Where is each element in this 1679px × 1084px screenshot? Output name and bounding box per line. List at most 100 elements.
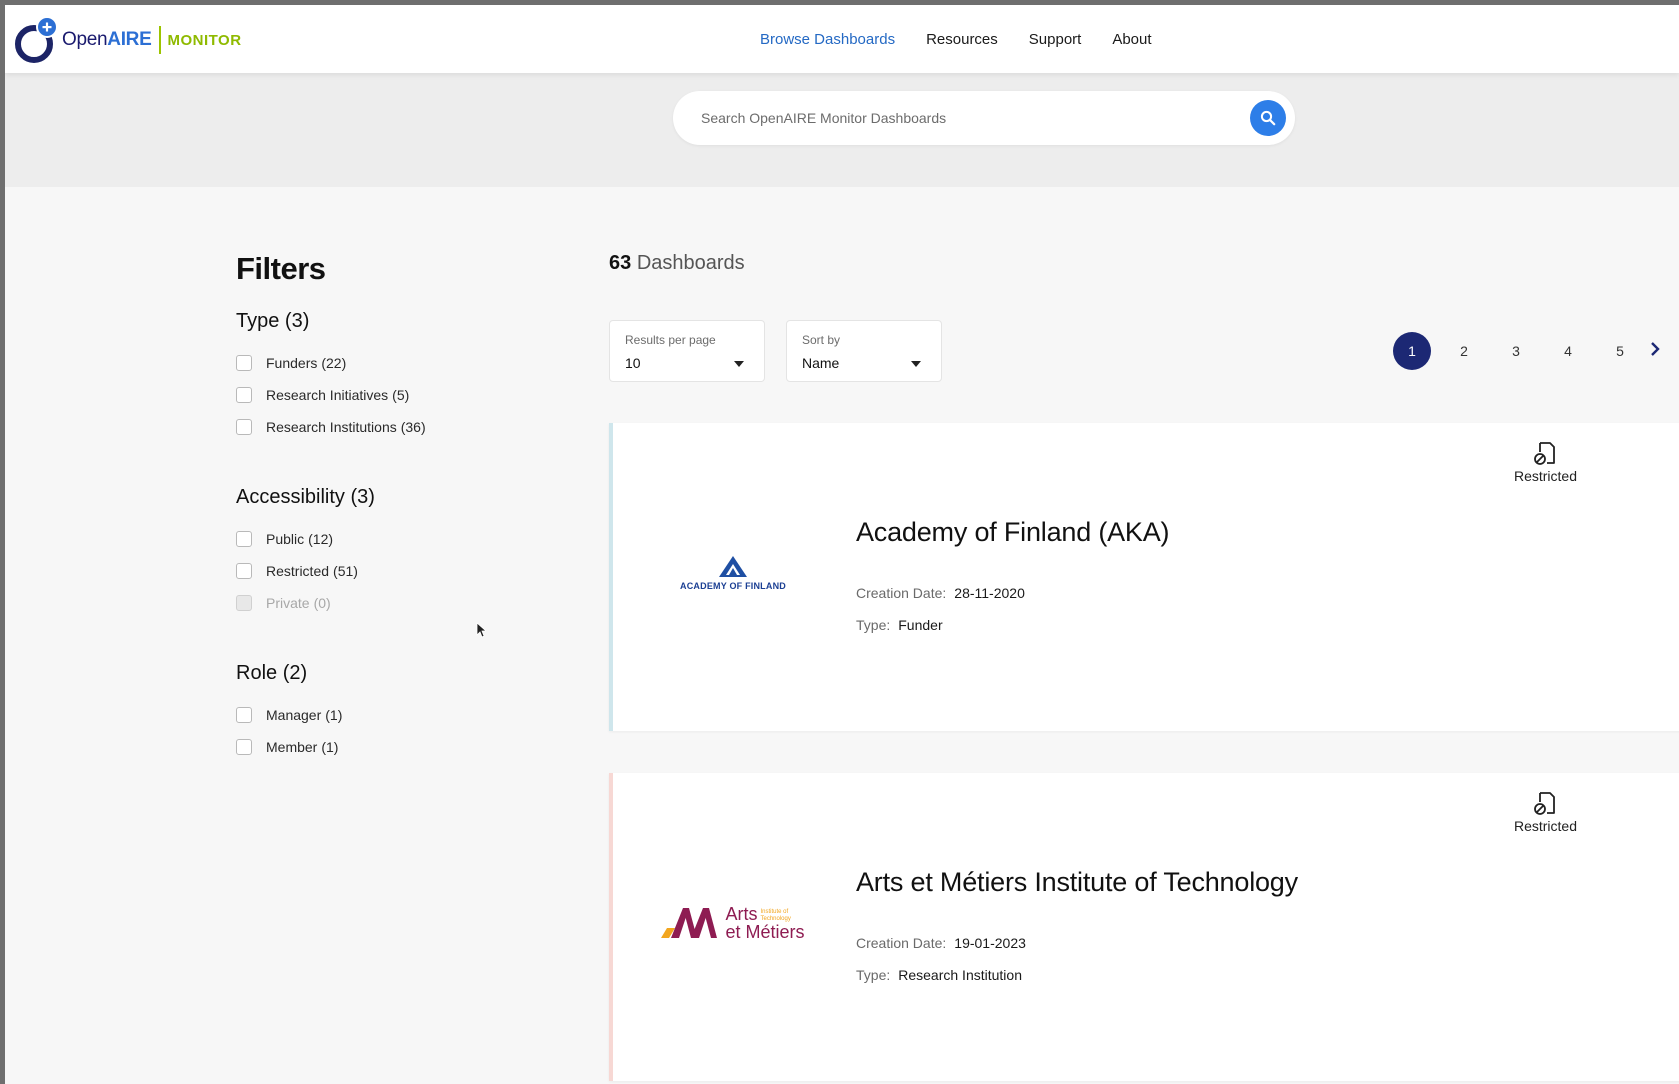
select-value: 10 xyxy=(625,355,641,371)
dashboard-type: Type: Funder xyxy=(856,617,943,633)
filter-option-label: Member xyxy=(266,739,318,755)
select-label: Sort by xyxy=(802,333,841,347)
filter-group-title: Type (3) xyxy=(236,310,426,333)
logo-separator xyxy=(159,26,162,54)
results-per-page-select[interactable]: Results per page 10 xyxy=(609,320,765,382)
filter-group-title: Accessibility (3) xyxy=(236,486,375,509)
browser-viewport: Open AIRE MONITOR Browse Dashboards Resou… xyxy=(0,0,1679,1084)
checkbox xyxy=(236,595,252,611)
filter-group-count: (3) xyxy=(284,310,310,332)
search-box xyxy=(673,91,1295,145)
filter-option-research-institutions[interactable]: Research Institutions (36) xyxy=(236,411,426,443)
page-1-button[interactable]: 1 xyxy=(1393,332,1431,370)
access-label: Restricted xyxy=(1513,468,1577,484)
filter-option-label: Restricted xyxy=(266,563,330,579)
filter-group-name: Type xyxy=(236,310,280,332)
logo-word-monitor: MONITOR xyxy=(167,31,242,49)
nav-about[interactable]: About xyxy=(1112,31,1151,48)
sort-by-select[interactable]: Sort by Name xyxy=(786,320,942,382)
meta-key: Type: xyxy=(856,967,891,983)
filter-option-funders[interactable]: Funders (22) xyxy=(236,347,426,379)
filter-option-label: Funders xyxy=(266,355,318,371)
filter-option-count: (36) xyxy=(400,419,426,435)
filter-option-count: (5) xyxy=(392,387,410,403)
page-4-button[interactable]: 4 xyxy=(1549,332,1587,370)
search-section xyxy=(5,73,1679,187)
results-count-label: Dashboards xyxy=(636,252,745,274)
dashboard-card[interactable]: Arts Institute of Technology et Métiers … xyxy=(609,773,1679,1081)
filter-group-count: (3) xyxy=(350,486,375,508)
openaire-monitor-logo[interactable]: Open AIRE MONITOR xyxy=(14,13,242,67)
logo-text: ACADEMY OF FINLAND xyxy=(680,581,786,591)
filter-option-label: Research Initiatives xyxy=(266,387,389,403)
logo-word-aire: AIRE xyxy=(107,29,152,50)
logo-text-arts: Arts xyxy=(725,904,758,924)
top-navigation-bar: Open AIRE MONITOR Browse Dashboards Resou… xyxy=(5,5,1679,73)
meta-key: Type: xyxy=(856,617,891,633)
filter-group-type: Type (3) Funders (22) Research Initiativ… xyxy=(236,310,426,443)
logo-word-open: Open xyxy=(62,29,108,50)
page-2-button[interactable]: 2 xyxy=(1445,332,1483,370)
openaire-logo-icon xyxy=(15,16,58,63)
search-button[interactable] xyxy=(1250,100,1286,136)
filter-option-restricted[interactable]: Restricted (51) xyxy=(236,555,375,587)
page-3-button[interactable]: 3 xyxy=(1497,332,1535,370)
dashboard-type: Type: Research Institution xyxy=(856,967,1022,983)
dashboard-title[interactable]: Arts et Métiers Institute of Technology xyxy=(856,867,1298,898)
filter-group-name: Accessibility xyxy=(236,486,345,508)
checkbox[interactable] xyxy=(236,419,252,435)
chevron-right-icon xyxy=(1651,341,1660,356)
nav-browse-dashboards[interactable]: Browse Dashboards xyxy=(760,31,895,48)
results-count: 63 Dashboards xyxy=(609,252,745,275)
select-label: Results per page xyxy=(625,333,716,347)
meta-key: Creation Date: xyxy=(856,585,947,601)
checkbox[interactable] xyxy=(236,387,252,403)
filter-option-research-initiatives[interactable]: Research Initiatives (5) xyxy=(236,379,426,411)
restricted-document-icon xyxy=(1534,442,1556,465)
filter-option-count: (12) xyxy=(308,531,334,547)
filter-option-manager[interactable]: Manager (1) xyxy=(236,699,342,731)
filter-option-label: Manager xyxy=(266,707,322,723)
nav-support[interactable]: Support xyxy=(1029,31,1082,48)
access-label: Restricted xyxy=(1513,818,1577,834)
main-nav: Browse Dashboards Resources Support Abou… xyxy=(760,5,1183,73)
pagination: 1 2 3 4 5 xyxy=(1393,332,1661,370)
filter-group-count: (2) xyxy=(282,662,308,684)
arts-et-metiers-mark-icon xyxy=(661,908,718,938)
filter-option-count: (0) xyxy=(313,595,331,611)
filter-group-title: Role (2) xyxy=(236,662,342,685)
checkbox[interactable] xyxy=(236,355,252,371)
checkbox[interactable] xyxy=(236,739,252,755)
meta-value: 19-01-2023 xyxy=(954,935,1026,951)
checkbox[interactable] xyxy=(236,707,252,723)
filter-option-count: (1) xyxy=(321,739,339,755)
next-page-button[interactable] xyxy=(1649,341,1661,362)
creation-date: Creation Date: 19-01-2023 xyxy=(856,935,1026,951)
filter-group-role: Role (2) Manager (1) Member (1) xyxy=(236,662,342,763)
mouse-cursor-icon xyxy=(476,622,486,638)
filter-option-member[interactable]: Member (1) xyxy=(236,731,342,763)
creation-date: Creation Date: 28-11-2020 xyxy=(856,585,1025,601)
nav-resources[interactable]: Resources xyxy=(926,31,998,48)
academy-of-finland-logo: ACADEMY OF FINLAND xyxy=(653,533,813,613)
meta-value: Research Institution xyxy=(898,967,1022,983)
filter-option-label: Research Institutions xyxy=(266,419,397,435)
logo-text-small: Institute of Technology xyxy=(760,909,791,922)
meta-value: 28-11-2020 xyxy=(954,585,1025,601)
page-5-button[interactable]: 5 xyxy=(1601,332,1639,370)
filter-group-name: Role xyxy=(236,662,278,684)
filter-option-public[interactable]: Public (12) xyxy=(236,523,375,555)
filter-option-label: Public xyxy=(266,531,305,547)
checkbox[interactable] xyxy=(236,563,252,579)
caret-down-icon xyxy=(911,361,921,367)
dashboard-card[interactable]: ACADEMY OF FINLAND Academy of Finland (A… xyxy=(609,423,1679,731)
filter-option-label: Private xyxy=(266,595,310,611)
dashboard-title[interactable]: Academy of Finland (AKA) xyxy=(856,517,1170,548)
arts-et-metiers-logo: Arts Institute of Technology et Métiers xyxy=(653,883,813,963)
checkbox[interactable] xyxy=(236,531,252,547)
search-input[interactable] xyxy=(701,105,1221,131)
filter-option-count: (51) xyxy=(333,563,358,579)
restricted-document-icon xyxy=(1534,792,1556,815)
filter-group-accessibility: Accessibility (3) Public (12) Restricted… xyxy=(236,486,375,619)
access-badge: Restricted xyxy=(1514,441,1577,484)
